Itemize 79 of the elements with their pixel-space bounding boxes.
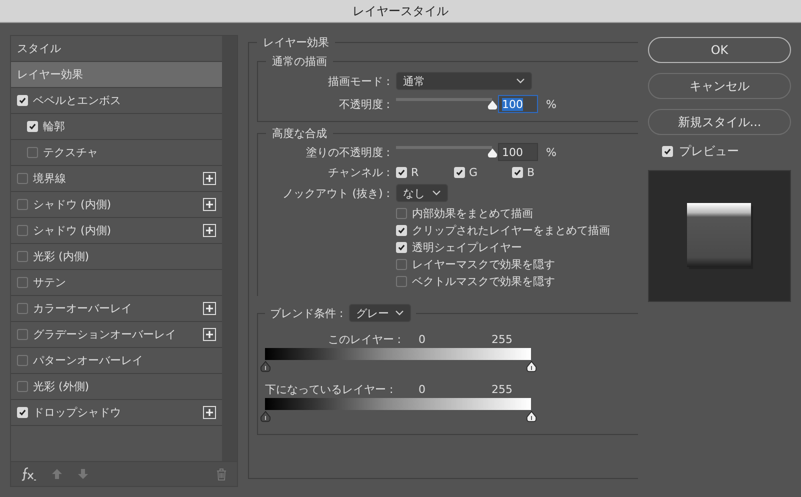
sidebar-item[interactable]: レイヤー効果: [11, 62, 222, 88]
chevron-icon: [395, 310, 404, 316]
sidebar-item[interactable]: 輪郭: [11, 114, 222, 140]
add-icon[interactable]: [203, 224, 216, 237]
unit-label: %: [546, 146, 556, 158]
sidebar-item[interactable]: シャドウ (内側): [11, 192, 222, 218]
preview-label: プレビュー: [679, 143, 739, 160]
checkbox[interactable]: [17, 303, 28, 314]
range-label: このレイヤー :: [326, 332, 402, 346]
checkbox[interactable]: [17, 355, 28, 366]
option-label: レイヤーマスクで効果を隠す: [412, 257, 555, 272]
add-icon[interactable]: [203, 406, 216, 419]
option-label: クリップされたレイヤーをまとめて描画: [412, 223, 610, 238]
blend-if-dropdown[interactable]: グレー: [349, 304, 412, 322]
number-field[interactable]: 100: [498, 143, 538, 161]
option-label: 透明シェイプレイヤー: [412, 240, 522, 255]
checkbox[interactable]: [17, 277, 28, 288]
channel-label: R: [411, 166, 419, 178]
checkbox[interactable]: [17, 225, 28, 236]
add-icon[interactable]: [203, 198, 216, 211]
slider-thumb[interactable]: [487, 148, 498, 158]
range-high-value: 255: [490, 382, 514, 396]
checkbox[interactable]: [17, 199, 28, 210]
range-start-handle[interactable]: [260, 361, 271, 372]
chevron-icon: [432, 190, 441, 196]
slider-thumb[interactable]: [487, 100, 498, 110]
add-icon[interactable]: [203, 328, 216, 341]
field-label: ブレンド条件 :: [270, 306, 344, 320]
fx-icon[interactable]: [21, 467, 37, 481]
sidebar-item[interactable]: パターンオーバーレイ: [11, 348, 222, 374]
channel-label: B: [527, 166, 535, 178]
blend-mode-dropdown[interactable]: 通常: [396, 72, 532, 90]
section-title: 通常の描画: [271, 54, 328, 69]
range-start-handle[interactable]: [260, 411, 271, 422]
add-icon[interactable]: [203, 302, 216, 315]
sidebar-item[interactable]: 境界線: [11, 166, 222, 192]
option-label: 内部効果をまとめて描画: [412, 206, 533, 221]
sidebar-item[interactable]: サテン: [11, 270, 222, 296]
field-label: 塗りの不透明度 :: [304, 144, 391, 160]
sidebar-item[interactable]: 光彩 (外側): [11, 374, 222, 400]
section-title: レイヤー効果: [262, 35, 330, 50]
range-end-handle[interactable]: [526, 361, 537, 372]
number-field[interactable]: 100: [498, 95, 538, 113]
sidebar-item[interactable]: 光彩 (内側): [11, 244, 222, 270]
section-title: 高度な合成: [271, 126, 328, 141]
chevron-icon: [516, 78, 525, 84]
checkbox[interactable]: [17, 173, 28, 184]
sidebar-item[interactable]: シャドウ (内側): [11, 218, 222, 244]
checkbox[interactable]: [17, 329, 28, 340]
field-label: ノックアウト (抜き) :: [282, 186, 391, 200]
preview-swatch-drawing: [686, 203, 752, 269]
range-high-value: 255: [490, 332, 514, 346]
sidebar-item[interactable]: ドロップシャドウ: [11, 400, 222, 426]
field-label: 描画モード :: [326, 74, 391, 88]
checkbox[interactable]: [396, 208, 407, 219]
channel-label: G: [469, 166, 478, 178]
dialog-button[interactable]: OK: [648, 37, 791, 63]
checkbox[interactable]: [17, 251, 28, 262]
range-end-handle[interactable]: [526, 411, 537, 422]
checkbox[interactable]: [396, 259, 407, 270]
range-low-value: 0: [418, 332, 426, 346]
dialog-button[interactable]: キャンセル: [648, 73, 791, 99]
checkbox[interactable]: [396, 276, 407, 287]
sidebar-item[interactable]: ベベルとエンボス: [11, 88, 222, 114]
sidebar-item[interactable]: テクスチャ: [11, 140, 222, 166]
window-title: レイヤースタイル: [352, 2, 448, 20]
range-label: 下になっているレイヤー :: [265, 382, 394, 396]
checkbox[interactable]: [17, 381, 28, 392]
field-label: 不透明度 :: [338, 96, 391, 112]
unit-label: %: [546, 98, 556, 110]
range-low-value: 0: [418, 382, 426, 396]
dialog-button[interactable]: 新規スタイル...: [648, 109, 791, 135]
sidebar-item[interactable]: グラデーションオーバーレイ: [11, 322, 222, 348]
checkbox[interactable]: [27, 147, 38, 158]
field-label: チャンネル :: [326, 164, 391, 180]
sidebar-item[interactable]: カラーオーバーレイ: [11, 296, 222, 322]
add-icon[interactable]: [203, 172, 216, 185]
knockout-dropdown[interactable]: なし: [396, 184, 448, 202]
option-label: ベクトルマスクで効果を隠す: [412, 274, 555, 289]
